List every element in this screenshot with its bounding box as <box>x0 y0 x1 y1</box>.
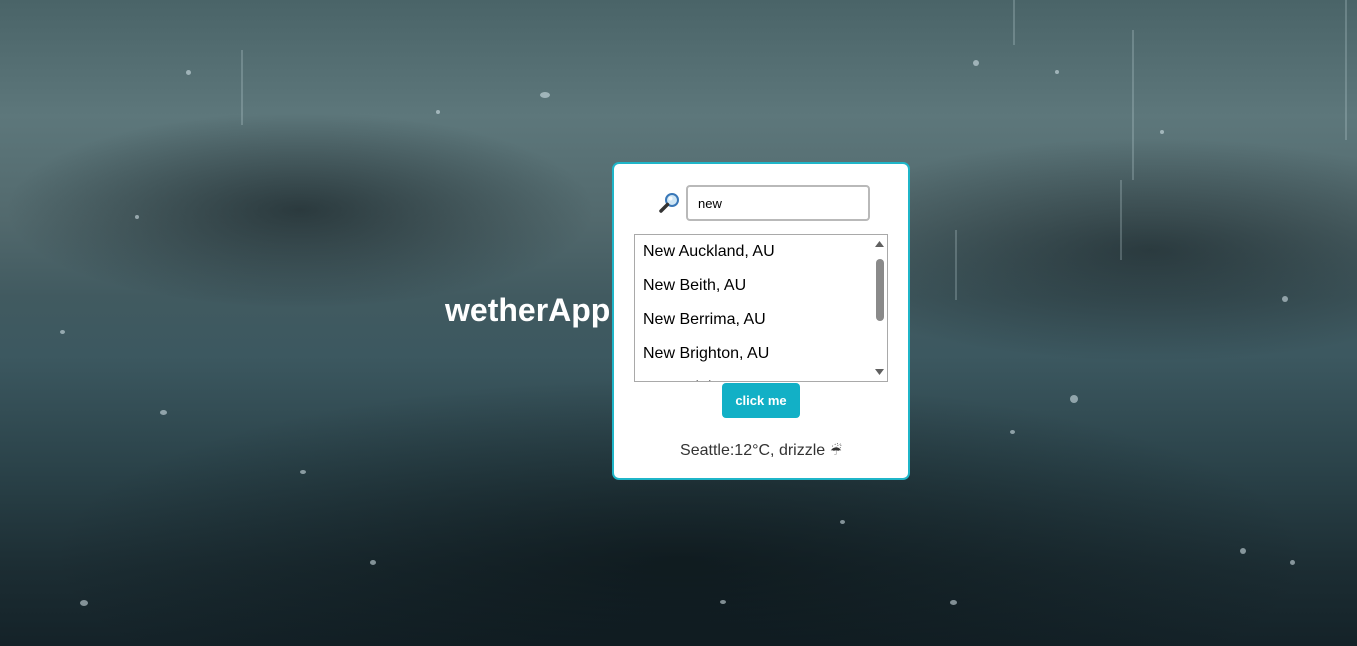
city-suggestions-listbox[interactable]: New Auckland, AU New Beith, AU New Berri… <box>634 234 888 382</box>
listbox-scrollbar[interactable] <box>872 235 887 381</box>
scroll-down-arrow-icon[interactable] <box>872 365 887 379</box>
weather-status: Seattle:12°C, drizzle ☔ <box>614 440 908 460</box>
magnifier-icon <box>658 191 682 215</box>
suggestion-option[interactable]: New Brighton, AU <box>635 337 873 371</box>
app-title: wetherApp <box>445 292 611 328</box>
city-search-input[interactable] <box>686 185 870 221</box>
weather-card: New Auckland, AU New Beith, AU New Berri… <box>612 162 910 480</box>
submit-button[interactable]: click me <box>722 383 800 418</box>
weather-status-text: Seattle:12°C, drizzle <box>680 442 826 459</box>
suggestion-option[interactable]: New Berrima, AU <box>635 303 873 337</box>
umbrella-rain-icon: ☔ <box>830 444 842 459</box>
scrollbar-thumb[interactable] <box>876 259 884 321</box>
suggestion-option[interactable]: New Auckland, AU <box>635 235 873 269</box>
suggestion-option[interactable]: New Brighton, AU <box>635 371 873 381</box>
suggestion-list: New Auckland, AU New Beith, AU New Berri… <box>635 235 873 381</box>
scroll-up-arrow-icon[interactable] <box>872 237 887 251</box>
suggestion-option[interactable]: New Beith, AU <box>635 269 873 303</box>
search-row <box>658 185 870 221</box>
